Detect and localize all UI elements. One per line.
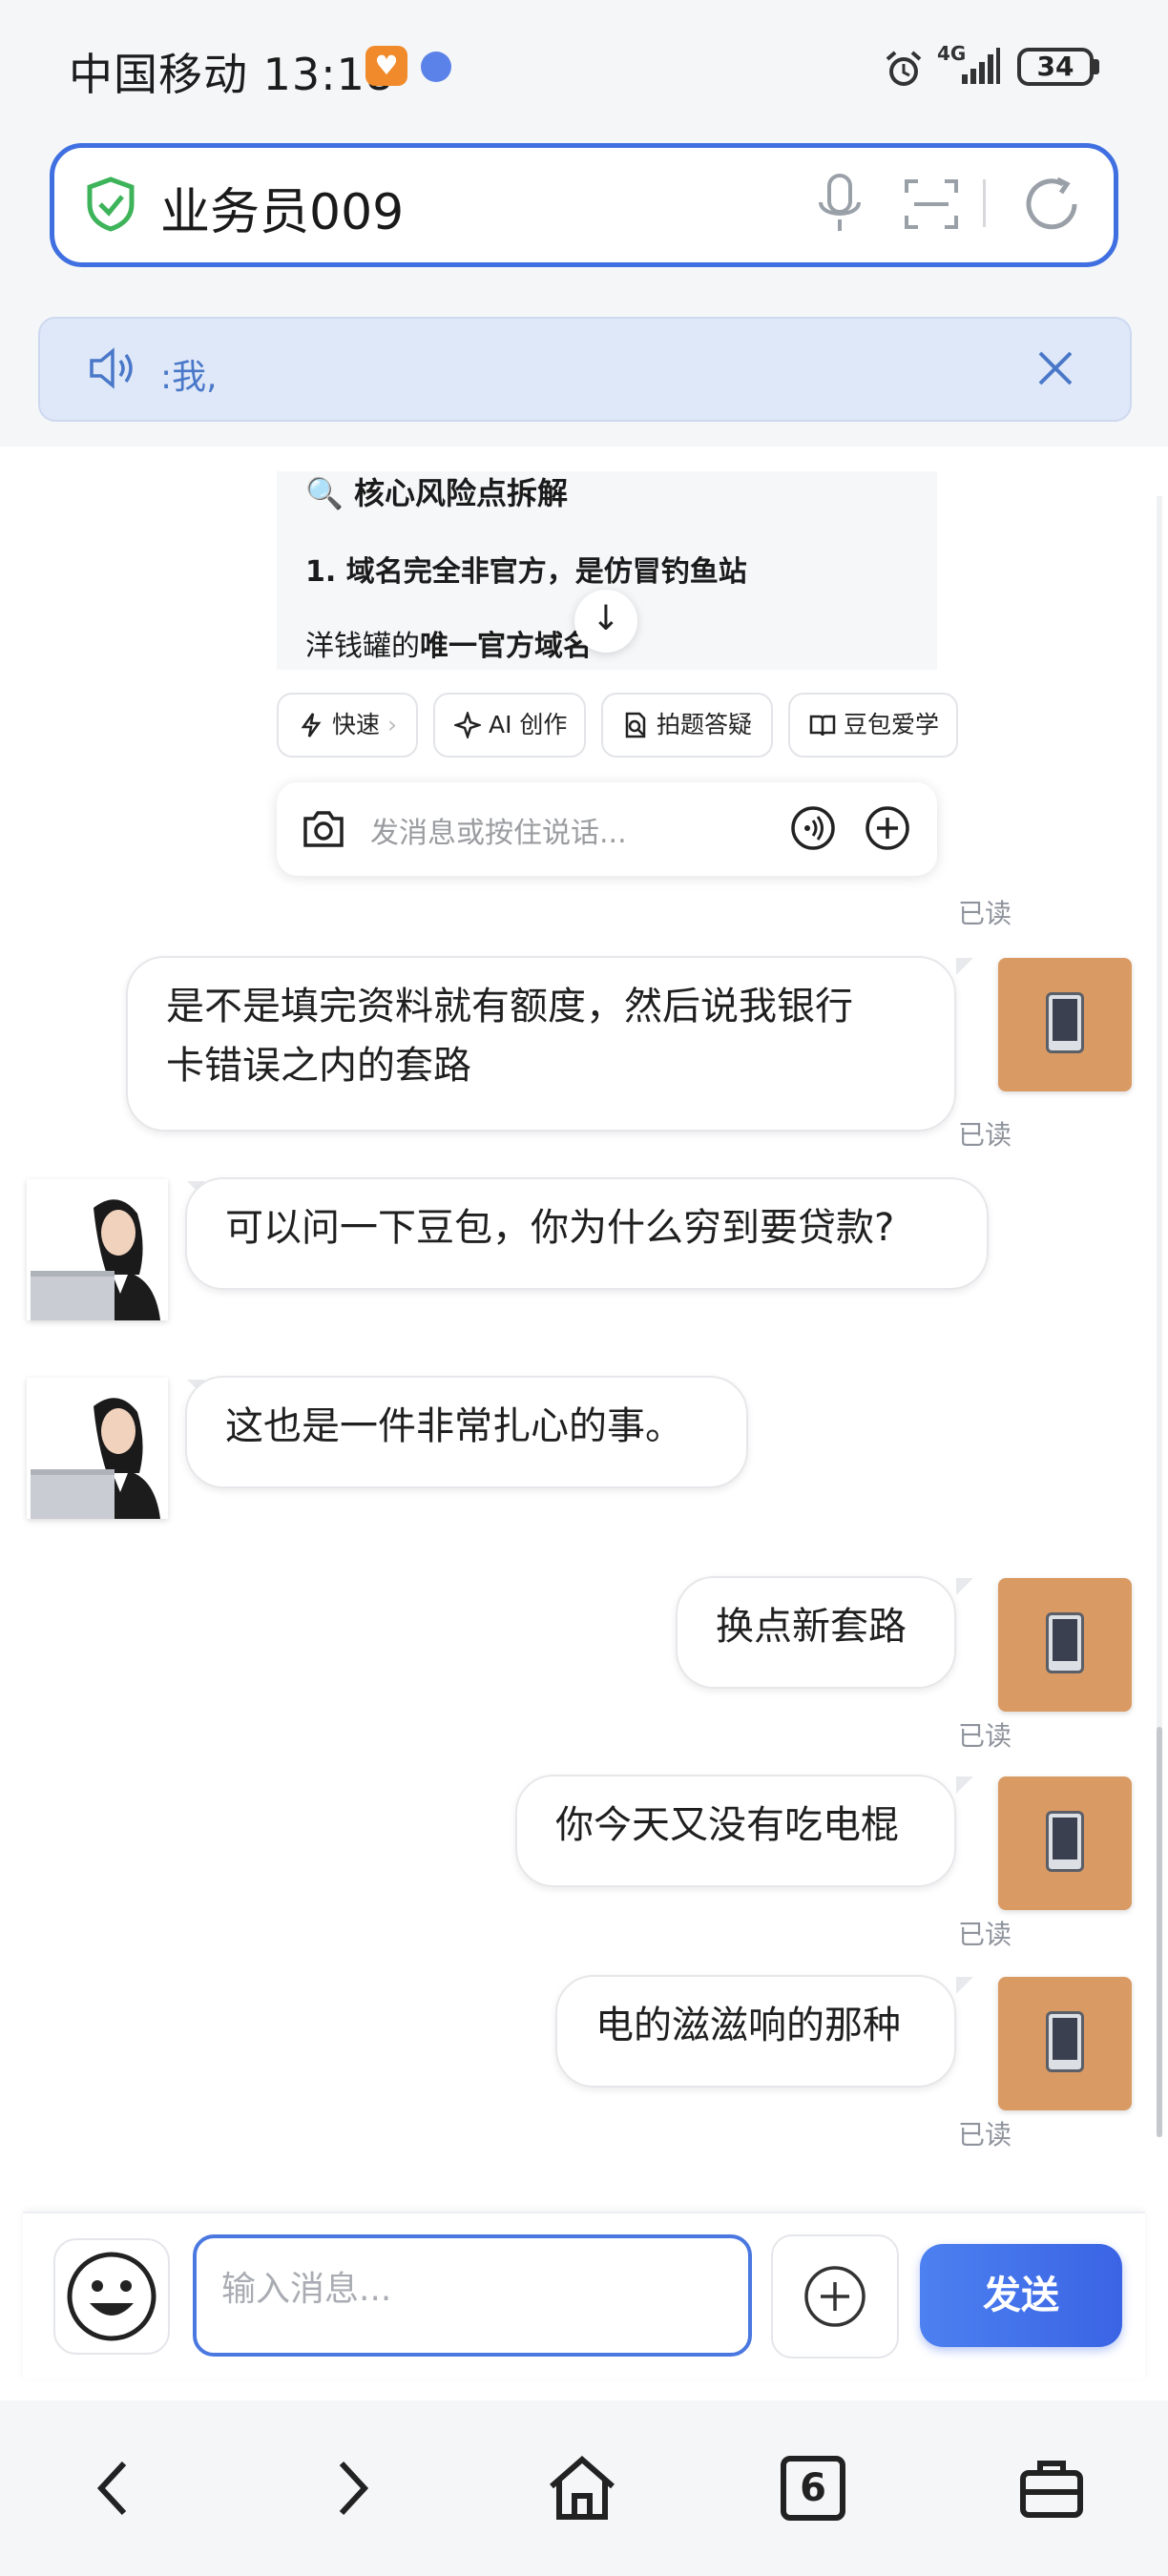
card-heading: 🔍 核心风险点拆解: [305, 475, 568, 511]
scroll-down-button[interactable]: ↓: [574, 590, 637, 653]
agent-avatar[interactable]: [27, 1179, 168, 1320]
card-point-2: 洋钱罐的唯一官方域名: [305, 622, 592, 664]
bubble-tail: [956, 1776, 973, 1794]
lightning-icon: [301, 713, 322, 737]
message-text-line: 是不是填完资料就有额度，然后说我银行: [166, 985, 853, 1028]
signal-icon: [962, 48, 1000, 84]
toolbox-icon[interactable]: [1015, 2452, 1088, 2524]
home-icon[interactable]: [546, 2452, 618, 2524]
plus-circle-icon: [804, 2266, 866, 2327]
reload-icon[interactable]: [1019, 172, 1084, 237]
message-bubble-received[interactable]: 可以问一下豆包，你为什么穷到要贷款?: [185, 1177, 989, 1290]
agent-photo: [27, 1179, 168, 1320]
embedded-input-placeholder[interactable]: 发消息或按住说话...: [370, 809, 627, 851]
message-text: 电的滋滋响的那种: [595, 2004, 901, 2047]
read-receipt: 已读: [958, 898, 1012, 929]
message-bubble-sent[interactable]: 是不是填完资料就有额度，然后说我银行 卡错误之内的套路: [126, 956, 956, 1132]
read-receipt: 已读: [958, 1119, 1012, 1151]
forward-icon[interactable]: [315, 2452, 387, 2524]
user-avatar[interactable]: [998, 1578, 1132, 1712]
message-input-placeholder[interactable]: 输入消息...: [221, 2261, 391, 2311]
bubble-tail: [956, 1977, 973, 1994]
agent-photo: [27, 1378, 168, 1519]
book-icon: [809, 715, 836, 737]
carrier-time: 中国移动 13:18: [69, 49, 395, 100]
microphone-icon[interactable]: [813, 172, 866, 237]
alarm-icon: [886, 51, 922, 86]
chip-label: AI 创作: [489, 711, 568, 738]
chip-label: 拍题答疑: [657, 711, 753, 738]
send-button[interactable]: 发送: [920, 2244, 1122, 2347]
message-text: 这也是一件非常扎心的事。: [225, 1404, 683, 1448]
bubble-tail: [956, 958, 973, 975]
document-search-icon: [625, 712, 646, 738]
scan-icon[interactable]: [903, 176, 960, 233]
chip-label: 快速: [332, 711, 381, 738]
card-point-2-prefix: 洋钱罐的: [305, 630, 420, 663]
tablet-icon: [1046, 1612, 1084, 1673]
chip-quick[interactable]: 快速 ›: [277, 693, 418, 758]
divider: [983, 179, 986, 227]
attach-button[interactable]: [771, 2234, 899, 2358]
card-point-2-bold: 唯一官方域名: [420, 630, 592, 663]
shield-check-icon: [87, 177, 135, 232]
user-avatar[interactable]: [998, 1977, 1132, 2110]
message-text-line: 卡错误之内的套路: [166, 1044, 471, 1088]
sparkle-icon: [454, 712, 481, 738]
card-point-1: 1. 域名完全非官方，是仿冒钓鱼站: [305, 555, 747, 589]
plus-circle-icon[interactable]: [865, 805, 910, 851]
voice-icon[interactable]: [790, 805, 836, 851]
tabs-count-button[interactable]: 6: [781, 2456, 845, 2521]
read-receipt: 已读: [958, 2119, 1012, 2150]
message-bubble-sent[interactable]: 你今天又没有吃电棍: [515, 1775, 956, 1887]
read-receipt: 已读: [958, 1720, 1012, 1752]
chip-label: 豆包爱学: [844, 711, 940, 738]
agent-avatar[interactable]: [27, 1378, 168, 1519]
close-icon[interactable]: [1032, 345, 1078, 391]
message-text: 换点新套路: [716, 1605, 907, 1649]
tts-text: :我,: [160, 358, 218, 397]
battery-icon: 34: [1017, 48, 1094, 86]
message-bubble-sent[interactable]: 换点新套路: [676, 1576, 956, 1689]
back-icon[interactable]: [78, 2452, 151, 2524]
user-avatar[interactable]: [998, 958, 1132, 1091]
read-receipt: 已读: [958, 1919, 1012, 1950]
app-notification-icon: [421, 52, 451, 82]
scrollbar-thumb[interactable]: [1157, 1727, 1162, 2137]
message-text: 你今天又没有吃电棍: [555, 1803, 899, 1847]
message-text: 可以问一下豆包，你为什么穷到要贷款?: [225, 1206, 895, 1250]
heart-app-icon: ♥: [365, 46, 407, 86]
tablet-icon: [1046, 2011, 1084, 2072]
message-bubble-received[interactable]: 这也是一件非常扎心的事。: [185, 1376, 748, 1488]
message-bubble-sent[interactable]: 电的滋滋响的那种: [555, 1975, 956, 2088]
camera-icon[interactable]: [302, 807, 345, 849]
tablet-icon: [1046, 1811, 1084, 1872]
address-text[interactable]: 业务员009: [160, 172, 404, 243]
speaker-icon[interactable]: [88, 345, 139, 391]
chip-photo-question[interactable]: 拍题答疑: [601, 693, 773, 758]
emoji-button[interactable]: [53, 2238, 170, 2355]
bubble-tail: [956, 1578, 973, 1595]
tablet-icon: [1046, 992, 1084, 1053]
battery-tip: [1094, 59, 1099, 74]
user-avatar[interactable]: [998, 1776, 1132, 1910]
emoji-icon: [67, 2252, 156, 2341]
chip-ai-create[interactable]: AI 创作: [433, 693, 586, 758]
chip-doubao-learn[interactable]: 豆包爱学: [788, 693, 958, 758]
